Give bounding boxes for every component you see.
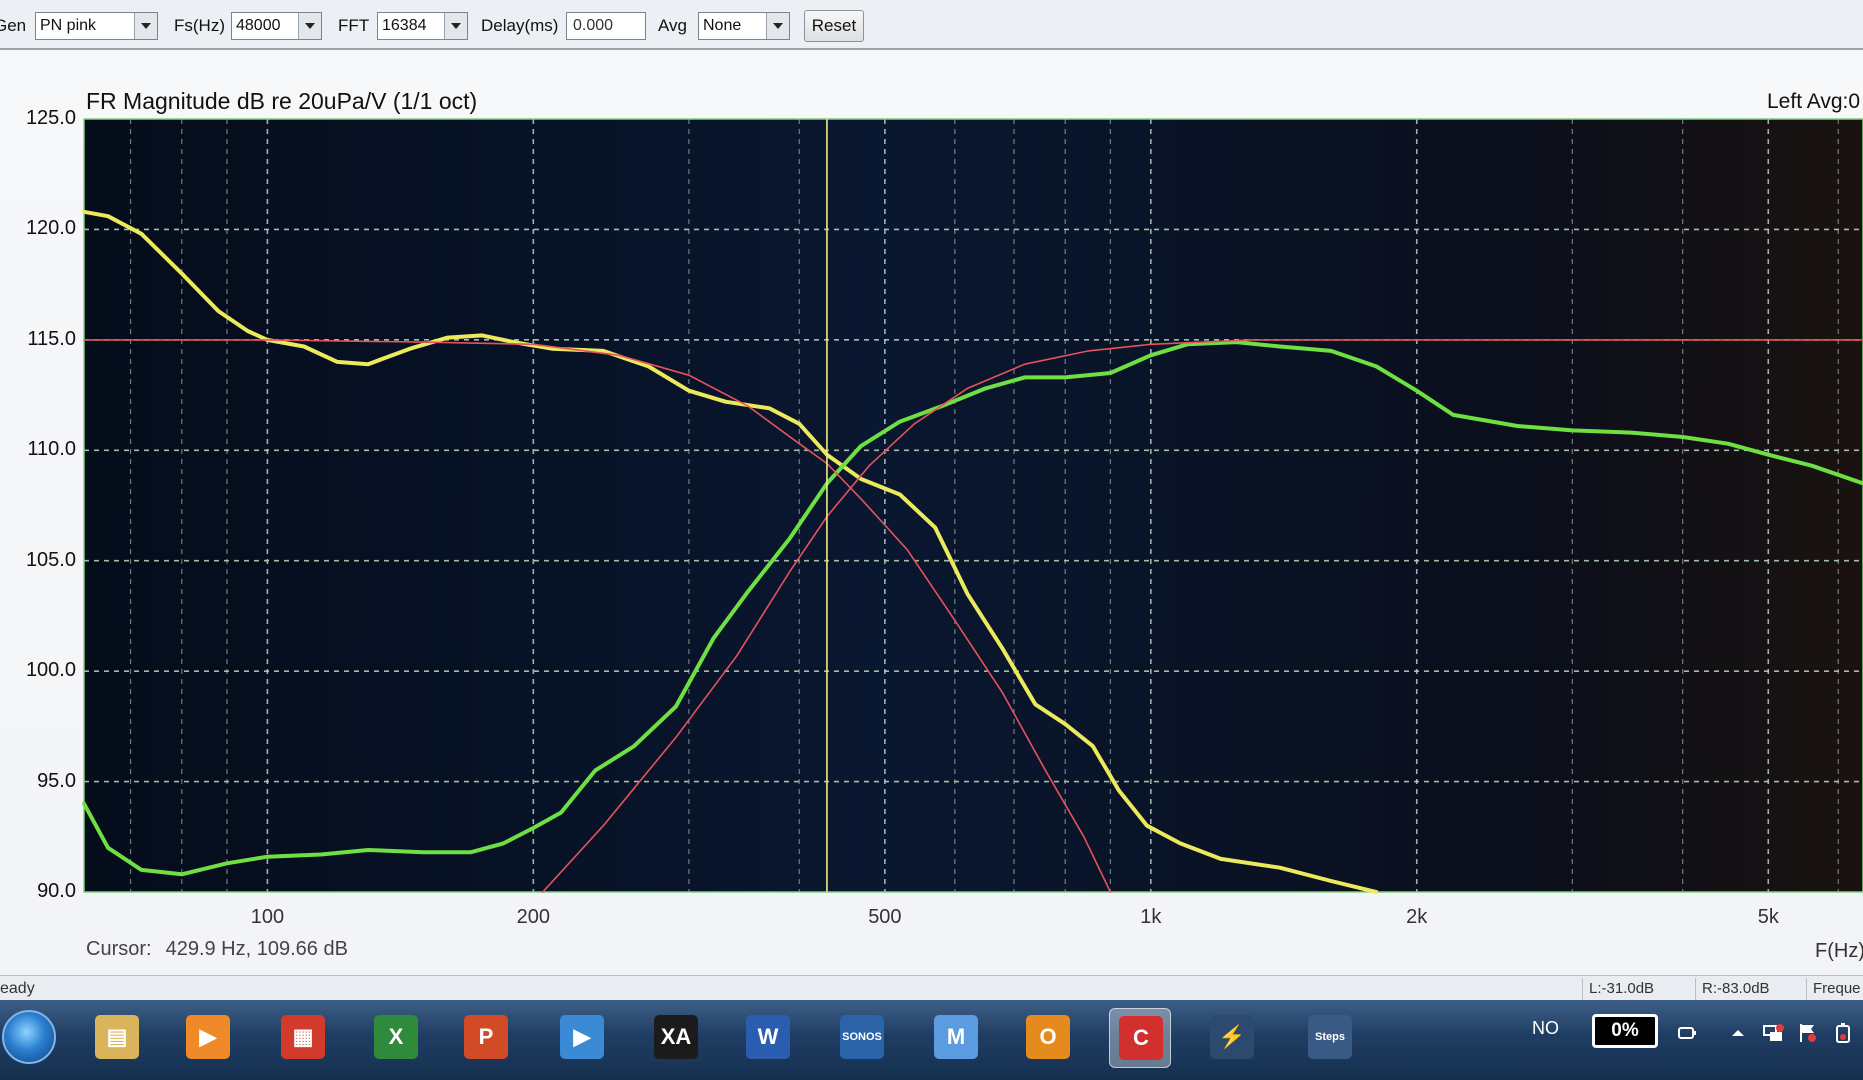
cursor-label: Cursor: [86,938,152,960]
y-tick-label: 125.0 [25,107,76,129]
plot-background [84,119,1863,892]
word-icon: W [746,1015,790,1059]
taskbar-app-button[interactable]: SONOS [831,1008,893,1068]
show-hidden-icons-icon[interactable] [1727,1022,1749,1044]
x-tick-label: 100 [250,906,285,928]
taskbar-app-button[interactable]: ▶ [177,1008,239,1068]
taskbar-app-button[interactable]: Steps [1299,1008,1361,1068]
application-window: Gen PN pink Fs(Hz) 48000 FFT 16384 Delay… [0,0,1863,1080]
taskbar-app-button[interactable]: ▶ [551,1008,613,1068]
taskbar-app-button[interactable]: X [365,1008,427,1068]
y-tick-label: 110.0 [27,438,76,461]
y-tick-label: 120.0 [25,217,76,240]
sonos-icon: SONOS [840,1015,884,1059]
taskbar-app-button[interactable]: ▤ [86,1008,148,1068]
power-plug-icon[interactable] [1676,1022,1698,1044]
cursor-readout: Cursor: 429.9 Hz, 109.66 dB [86,938,362,961]
grid-app-icon: ▦ [281,1015,325,1059]
taskbar-app-button[interactable]: W [737,1008,799,1068]
taskbar-app-button[interactable]: M [925,1008,987,1068]
steps-app-icon: Steps [1308,1015,1352,1059]
powerpoint-icon: P [464,1015,508,1059]
frequency-readout: Freque [1806,978,1863,1000]
media-player-icon: ▶ [186,1015,230,1059]
language-indicator[interactable]: NO [1532,1018,1559,1039]
y-tick-label: 100.0 [25,659,76,682]
taskbar-app-button[interactable]: C [1109,1008,1171,1068]
start-button[interactable] [2,1010,56,1064]
taskbar-app-button[interactable]: P [455,1008,517,1068]
y-tick-label: 90.0 [37,880,76,902]
x-tick-label: 2k [1406,906,1428,928]
windows-media-player-icon: ▶ [560,1015,604,1059]
y-tick-label: 95.0 [37,769,76,792]
battery-indicator[interactable]: 0% [1592,1014,1658,1048]
battery-warning-icon[interactable] [1832,1022,1854,1044]
frequency-axis-unit: F(Hz) [1815,940,1863,962]
taskbar: ▤ ▶ ▦ X P ▶ XA W SONOS M O C ⚡ Steps NO 0% [0,1000,1863,1080]
outlook-icon: O [1026,1015,1070,1059]
taskbar-app-button[interactable]: ▦ [272,1008,334,1068]
y-tick-label: 115.0 [27,327,76,350]
xa-app-icon: XA [654,1015,698,1059]
taskbar-app-button[interactable]: ⚡ [1201,1008,1263,1068]
x-tick-label: 200 [516,906,551,928]
x-tick-label: 1k [1140,906,1162,928]
cursor-value: 429.9 Hz, 109.66 dB [165,938,348,960]
status-ready-text: eady [0,980,35,997]
y-tick-label: 105.0 [25,548,76,571]
action-center-flag-icon[interactable] [1797,1022,1819,1044]
x-tick-label: 500 [868,906,902,928]
frequency-response-plot[interactable] [0,0,1863,1000]
status-bar: eady L:-31.0dB R:-83.0dB Freque [0,975,1863,1002]
left-level-readout: L:-31.0dB [1582,978,1700,1000]
excel-icon: X [374,1015,418,1059]
network-icon[interactable] [1762,1022,1784,1044]
taskbar-app-button[interactable]: XA [645,1008,707,1068]
file-explorer-icon: ▤ [95,1015,139,1059]
lightning-app-icon: ⚡ [1210,1015,1254,1059]
m-app-icon: M [934,1015,978,1059]
x-tick-label: 5k [1757,906,1779,928]
taskbar-app-button[interactable]: O [1017,1008,1079,1068]
refresh-app-icon: C [1119,1016,1163,1060]
right-level-readout: R:-83.0dB [1695,978,1807,1000]
